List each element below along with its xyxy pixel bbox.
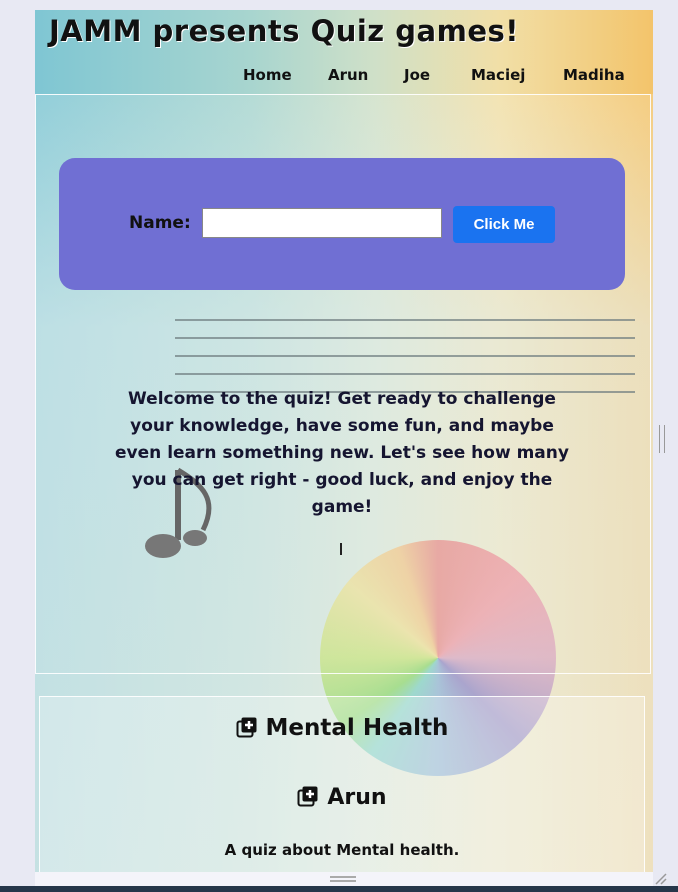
- nav-link-joe[interactable]: Joe: [404, 66, 430, 84]
- name-input[interactable]: [202, 208, 442, 238]
- name-label: Name:: [129, 213, 191, 233]
- text-cursor: [340, 543, 342, 555]
- page-viewport: JAMM presents Quiz games! Home Arun Joe …: [35, 10, 653, 872]
- plus-square-icon: [236, 717, 257, 738]
- nav-link-home[interactable]: Home: [243, 66, 292, 84]
- site-title: JAMM presents Quiz games!: [49, 14, 519, 48]
- quiz-category-heading[interactable]: Mental Health: [40, 715, 644, 741]
- quiz-author-heading[interactable]: Arun: [40, 785, 644, 810]
- resize-handle-icon[interactable]: [652, 870, 668, 886]
- taskbar-strip: [0, 886, 678, 892]
- welcome-text: Welcome to the quiz! Get ready to challe…: [115, 389, 569, 517]
- nav-link-arun[interactable]: Arun: [328, 66, 368, 84]
- plus-square-icon: [297, 786, 318, 807]
- nav-link-maciej[interactable]: Maciej: [471, 66, 525, 84]
- scrollbar-handle[interactable]: [659, 425, 665, 453]
- quiz-description: A quiz about Mental health.: [224, 841, 460, 859]
- nav-link-madiha[interactable]: Madiha: [563, 66, 625, 84]
- drag-grip-icon[interactable]: [330, 876, 356, 882]
- quiz-author-label: Arun: [327, 785, 387, 810]
- quiz-category-label: Mental Health: [265, 715, 449, 741]
- click-me-button[interactable]: Click Me: [453, 206, 555, 243]
- quiz-section: Mental Health Arun A quiz about Mental h…: [39, 696, 645, 872]
